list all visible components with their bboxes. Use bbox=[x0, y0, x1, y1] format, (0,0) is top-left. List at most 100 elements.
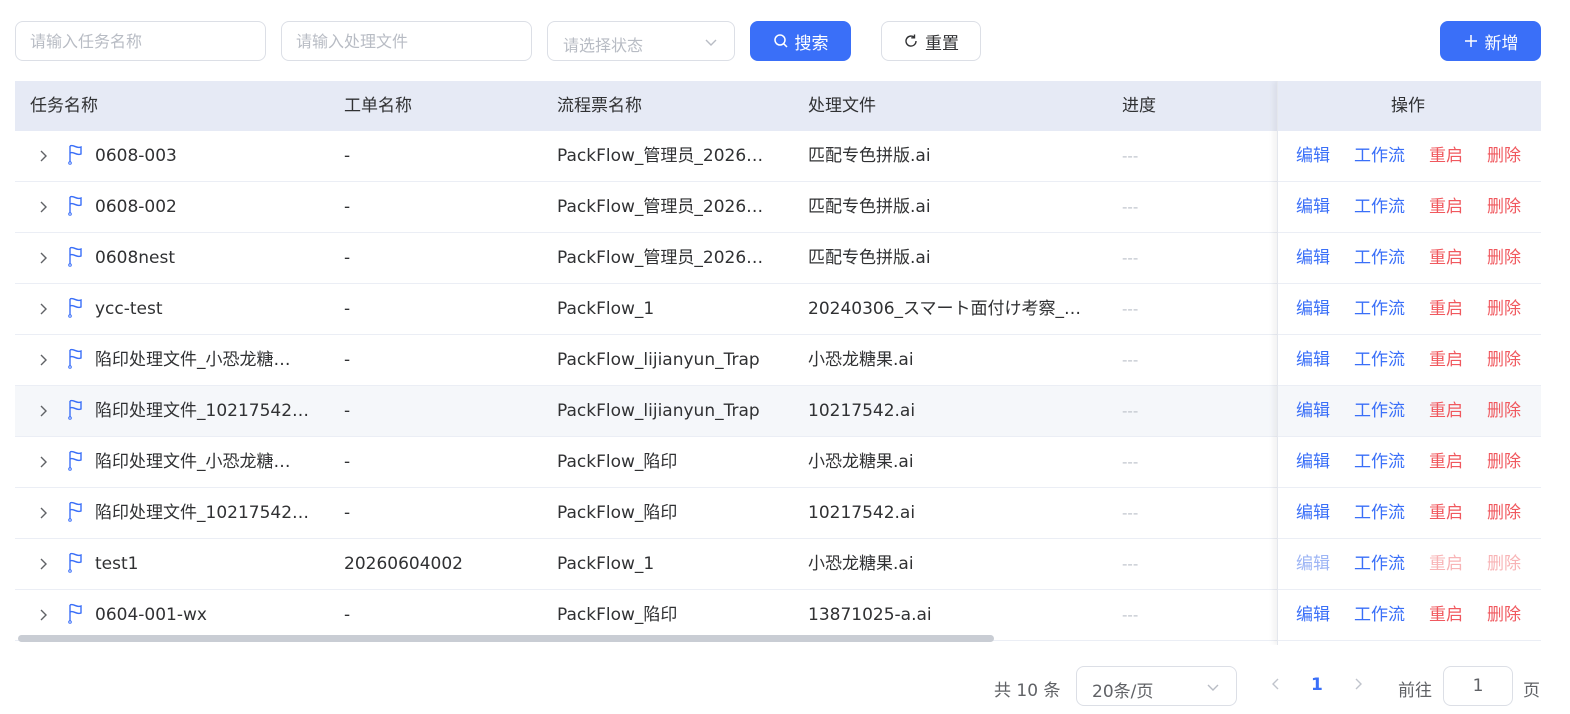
chevron-right-icon[interactable] bbox=[37, 557, 49, 571]
cell-progress: --- bbox=[1122, 555, 1139, 573]
cell-ticket-name: PackFlow_陷印 bbox=[557, 503, 678, 523]
goto-page-input[interactable]: 1 bbox=[1443, 666, 1513, 706]
chevron-left-icon[interactable] bbox=[1270, 677, 1282, 691]
page-size-value: 20条/页 bbox=[1092, 682, 1154, 702]
cell-ticket-name: PackFlow_陷印 bbox=[557, 605, 678, 625]
header-file: 处理文件 bbox=[808, 96, 876, 116]
cell-order-name: - bbox=[344, 452, 351, 472]
cell-file: 小恐龙糖果.ai bbox=[808, 554, 914, 574]
cell-order-name: - bbox=[344, 248, 351, 268]
pagination: 共 10 条 20条/页 1 前往 1 页 bbox=[0, 660, 1570, 710]
cell-file: 13871025-a.ai bbox=[808, 605, 932, 625]
filter-toolbar: 请选择状态 搜索 重置 新增 bbox=[0, 0, 1570, 80]
flag-icon bbox=[68, 297, 82, 318]
flag-icon bbox=[68, 450, 82, 471]
horizontal-scrollbar[interactable] bbox=[18, 635, 994, 642]
task-table: 任务名称 工单名称 流程票名称 处理文件 进度 操作 0608-003- Pack… bbox=[15, 81, 1541, 645]
chevron-right-icon[interactable] bbox=[37, 149, 49, 163]
cell-file: 20240306_スマート面付け考察_… bbox=[808, 299, 1082, 319]
cell-task-name: 陷印处理文件_小恐龙糖… bbox=[95, 452, 291, 472]
cell-task-name: 0608-002 bbox=[95, 197, 177, 217]
cell-file: 小恐龙糖果.ai bbox=[808, 350, 914, 370]
cell-ticket-name: PackFlow_1 bbox=[557, 554, 655, 574]
chevron-right-icon[interactable] bbox=[37, 455, 49, 469]
chevron-right-icon[interactable] bbox=[37, 302, 49, 316]
file-input[interactable] bbox=[282, 22, 531, 60]
add-button-label: 新增 bbox=[1484, 33, 1519, 54]
flag-icon bbox=[68, 399, 82, 420]
cell-progress: --- bbox=[1122, 249, 1139, 267]
goto-label: 前往 bbox=[1398, 681, 1432, 701]
chevron-right-icon[interactable] bbox=[37, 200, 49, 214]
cell-progress: --- bbox=[1122, 198, 1139, 216]
search-button-label: 搜索 bbox=[794, 33, 829, 54]
cell-task-name: 陷印处理文件_10217542… bbox=[95, 401, 310, 421]
task-name-input[interactable] bbox=[16, 22, 265, 60]
cell-task-name: 陷印处理文件_小恐龙糖… bbox=[95, 350, 291, 370]
cell-progress: --- bbox=[1122, 504, 1139, 522]
search-icon bbox=[773, 34, 788, 48]
chevron-right-icon[interactable] bbox=[37, 353, 49, 367]
flag-icon bbox=[68, 246, 82, 267]
cell-ticket-name: PackFlow_管理员_2026… bbox=[557, 248, 764, 268]
page-number-current[interactable]: 1 bbox=[1311, 675, 1323, 695]
cell-progress: --- bbox=[1122, 453, 1139, 471]
reset-button-label: 重置 bbox=[925, 33, 959, 54]
flag-icon bbox=[68, 348, 82, 369]
cell-order-name: - bbox=[344, 146, 351, 166]
cell-ticket-name: PackFlow_1 bbox=[557, 299, 655, 319]
header-progress: 进度 bbox=[1122, 96, 1156, 116]
cell-ticket-name: PackFlow_管理员_2026… bbox=[557, 197, 764, 217]
chevron-right-icon[interactable] bbox=[37, 608, 49, 622]
cell-file: 匹配专色拼版.ai bbox=[808, 146, 931, 166]
header-ticket-name: 流程票名称 bbox=[557, 96, 642, 116]
cell-ticket-name: PackFlow_陷印 bbox=[557, 452, 678, 472]
chevron-down-icon bbox=[1207, 684, 1219, 691]
cell-task-name: 0604-001-wx bbox=[95, 605, 207, 625]
chevron-right-icon[interactable] bbox=[37, 404, 49, 418]
task-name-input-wrapper bbox=[15, 21, 266, 61]
page-size-select[interactable]: 20条/页 bbox=[1076, 666, 1237, 706]
cell-progress: --- bbox=[1122, 300, 1139, 318]
cell-order-name: - bbox=[344, 350, 351, 370]
cell-ticket-name: PackFlow_管理员_2026… bbox=[557, 146, 764, 166]
cell-task-name: ycc-test bbox=[95, 299, 163, 319]
status-select-placeholder: 请选择状态 bbox=[563, 36, 644, 55]
header-task-name: 任务名称 bbox=[30, 96, 98, 116]
cell-progress: --- bbox=[1122, 606, 1139, 624]
cell-order-name: - bbox=[344, 197, 351, 217]
file-input-wrapper bbox=[281, 21, 532, 61]
cell-file: 小恐龙糖果.ai bbox=[808, 452, 914, 472]
plus-icon bbox=[1464, 35, 1477, 47]
flag-icon bbox=[68, 144, 82, 165]
cell-task-name: 陷印处理文件_10217542… bbox=[95, 503, 310, 523]
flag-icon bbox=[68, 552, 82, 573]
cell-order-name: - bbox=[344, 503, 351, 523]
cell-order-name: - bbox=[344, 605, 351, 625]
cell-order-name: 20260604002 bbox=[344, 554, 463, 574]
total-count: 共 10 条 bbox=[994, 681, 1061, 701]
cell-order-name: - bbox=[344, 401, 351, 421]
cell-ticket-name: PackFlow_lijianyun_Trap bbox=[557, 350, 760, 370]
chevron-right-icon[interactable] bbox=[37, 251, 49, 265]
cell-task-name: 0608-003 bbox=[95, 146, 177, 166]
header-order-name: 工单名称 bbox=[344, 96, 412, 116]
reset-button[interactable]: 重置 bbox=[881, 21, 981, 61]
cell-file: 10217542.ai bbox=[808, 401, 916, 421]
cell-progress: --- bbox=[1122, 402, 1139, 420]
cell-file: 10217542.ai bbox=[808, 503, 916, 523]
operations-column-shadow bbox=[1277, 81, 1541, 645]
status-select[interactable]: 请选择状态 bbox=[547, 21, 735, 61]
search-button[interactable]: 搜索 bbox=[750, 21, 851, 61]
cell-ticket-name: PackFlow_lijianyun_Trap bbox=[557, 401, 760, 421]
cell-file: 匹配专色拼版.ai bbox=[808, 248, 931, 268]
flag-icon bbox=[68, 195, 82, 216]
cell-file: 匹配专色拼版.ai bbox=[808, 197, 931, 217]
chevron-right-icon[interactable] bbox=[37, 506, 49, 520]
add-button[interactable]: 新增 bbox=[1440, 21, 1541, 61]
chevron-right-icon[interactable] bbox=[1352, 677, 1364, 691]
cell-progress: --- bbox=[1122, 147, 1139, 165]
goto-suffix: 页 bbox=[1523, 681, 1540, 701]
cell-task-name: 0608nest bbox=[95, 248, 176, 268]
refresh-icon bbox=[905, 34, 917, 47]
